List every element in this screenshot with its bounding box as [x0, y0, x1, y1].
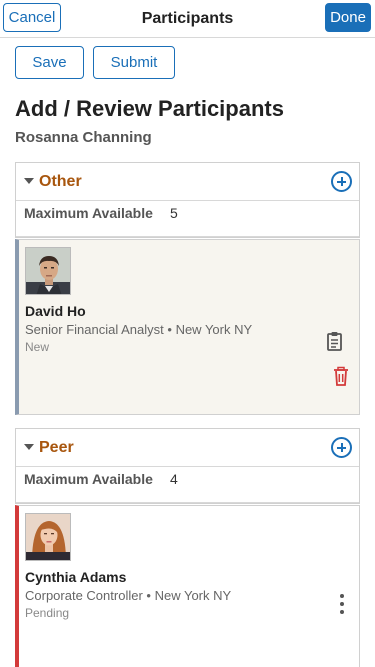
top-bar: Cancel Participants Done: [0, 0, 375, 38]
done-button[interactable]: Done: [325, 3, 371, 32]
more-vertical-icon[interactable]: [337, 592, 347, 614]
group-header[interactable]: Other: [16, 163, 359, 201]
participant-status: New: [25, 340, 50, 354]
participant-details: Corporate Controller • New York NY: [25, 588, 231, 603]
maximum-available-row: Maximum Available 5: [16, 201, 359, 237]
trash-icon[interactable]: [332, 366, 352, 388]
participant-card[interactable]: Cynthia Adams Corporate Controller • New…: [15, 505, 360, 667]
max-available-label: Maximum Available: [24, 205, 153, 221]
participant-details: Senior Financial Analyst • New York NY: [25, 322, 252, 337]
caret-down-icon[interactable]: [24, 444, 34, 450]
group-header[interactable]: Peer: [16, 429, 359, 467]
group-other: Other Maximum Available 5: [15, 162, 360, 238]
participant-status: Pending: [25, 606, 70, 620]
participant-job: Corporate Controller: [25, 588, 143, 603]
max-available-value: 4: [170, 471, 178, 487]
participant-name: David Ho: [25, 303, 86, 319]
employee-name: Rosanna Channing: [15, 129, 152, 146]
page-title: Participants: [141, 10, 234, 27]
participant-location: New York NY: [175, 322, 253, 337]
add-participant-icon[interactable]: [331, 437, 352, 458]
add-participant-icon[interactable]: [331, 171, 352, 192]
caret-down-icon[interactable]: [24, 178, 34, 184]
group-peer: Peer Maximum Available 4: [15, 428, 360, 504]
avatar: [25, 513, 71, 561]
submit-button[interactable]: Submit: [93, 46, 175, 79]
max-available-value: 5: [170, 205, 178, 221]
action-toolbar: Save Submit: [15, 46, 175, 79]
separator: •: [167, 322, 172, 337]
section-heading: Add / Review Participants: [15, 96, 284, 121]
participant-location: New York NY: [154, 588, 232, 603]
save-button[interactable]: Save: [15, 46, 84, 79]
maximum-available-row: Maximum Available 4: [16, 467, 359, 503]
avatar: [25, 247, 71, 295]
group-title: Peer: [39, 439, 74, 456]
participant-card[interactable]: David Ho Senior Financial Analyst • New …: [15, 239, 360, 415]
group-title: Other: [39, 173, 82, 190]
participant-job: Senior Financial Analyst: [25, 322, 164, 337]
participant-name: Cynthia Adams: [25, 569, 127, 585]
separator: •: [146, 588, 151, 603]
max-available-label: Maximum Available: [24, 471, 153, 487]
clipboard-icon[interactable]: [325, 331, 345, 353]
